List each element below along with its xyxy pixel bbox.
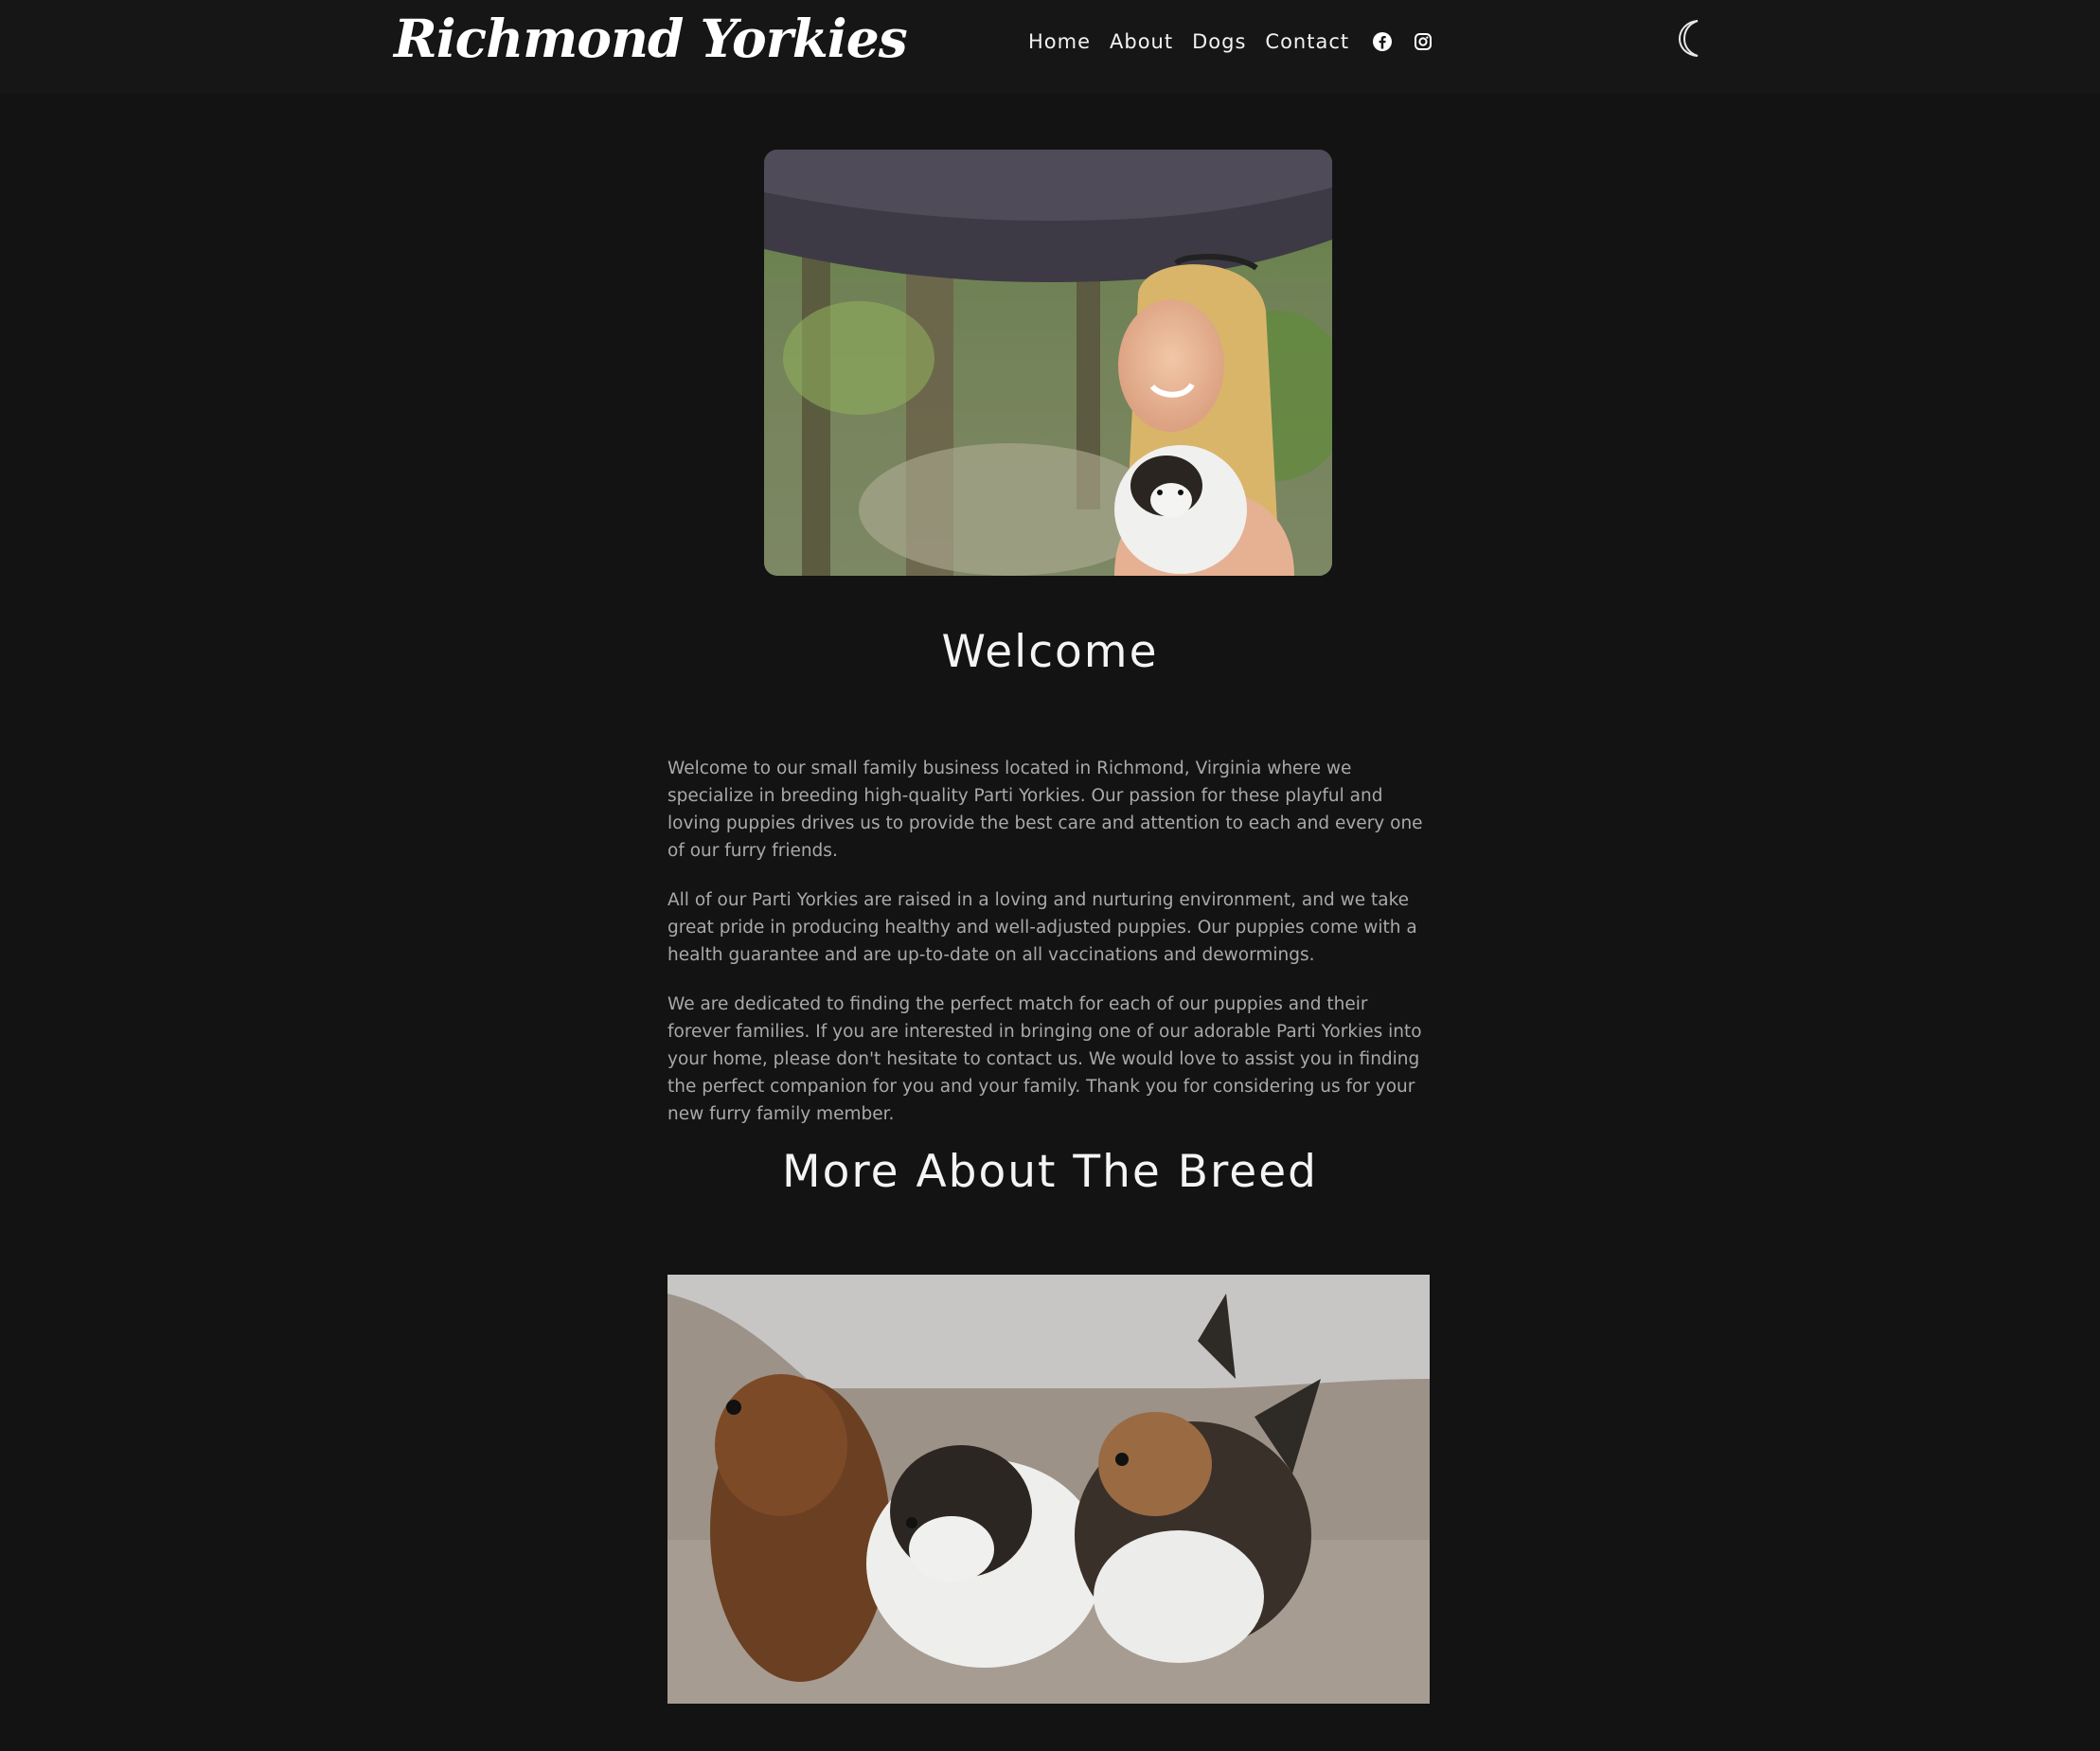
brand-logo[interactable]: Richmond Yorkies <box>394 8 908 69</box>
welcome-paragraph: All of our Parti Yorkies are raised in a… <box>667 890 1417 965</box>
welcome-heading: Welcome <box>941 626 1159 678</box>
breed-heading: More About The Breed <box>782 1146 1318 1198</box>
nav-home-link[interactable]: Home <box>1028 30 1091 53</box>
instagram-icon[interactable] <box>1413 31 1433 52</box>
navbar: Richmond Yorkies Home About Dogs Contact <box>0 0 2100 93</box>
main-nav: Home About Dogs Contact <box>1028 27 1453 57</box>
welcome-paragraph: Welcome to our small family business loc… <box>667 759 1423 861</box>
facebook-icon[interactable] <box>1372 31 1393 52</box>
breed-image <box>667 1275 1430 1704</box>
moon-icon <box>1678 20 1699 57</box>
hero-image <box>764 150 1332 576</box>
nav-about-link[interactable]: About <box>1110 30 1173 53</box>
welcome-content: Welcome to our small family business loc… <box>667 755 1425 1150</box>
social-links <box>1372 31 1453 52</box>
nav-dogs-link[interactable]: Dogs <box>1192 30 1246 53</box>
nav-contact-link[interactable]: Contact <box>1265 30 1349 53</box>
theme-toggle-button[interactable] <box>1672 15 1710 61</box>
welcome-paragraph: We are dedicated to finding the perfect … <box>667 994 1422 1124</box>
